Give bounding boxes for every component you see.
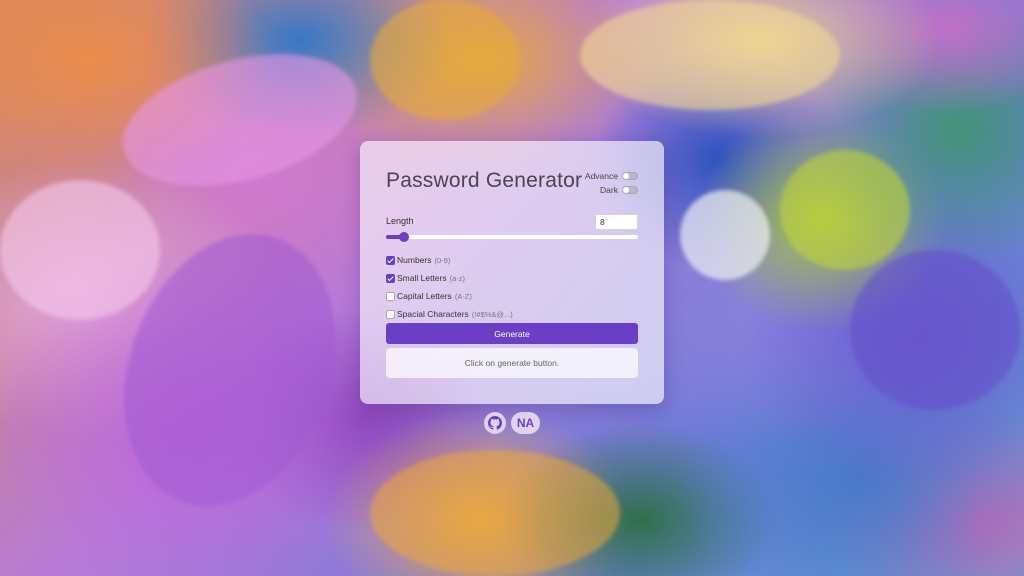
github-icon bbox=[488, 416, 502, 430]
length-slider[interactable] bbox=[386, 232, 638, 242]
option-capital-letters[interactable]: Capital Letters (A-Z) bbox=[386, 287, 513, 305]
small-letters-checkbox[interactable] bbox=[386, 273, 395, 283]
option-hint: (!#$%&@...) bbox=[471, 309, 513, 319]
password-generator-card: Password Generator Advance Dark Length N… bbox=[360, 141, 664, 404]
author-avatar-link[interactable]: NA bbox=[511, 412, 540, 434]
option-label: Small Letters bbox=[397, 273, 447, 283]
option-label: Capital Letters bbox=[397, 291, 452, 301]
option-hint: (a-z) bbox=[449, 273, 466, 283]
option-hint: (A-Z) bbox=[454, 291, 472, 301]
dark-toggle[interactable] bbox=[622, 185, 638, 194]
footer-links: NA bbox=[484, 412, 540, 434]
character-options: Numbers (0-9) Small Letters (a-z) Capita… bbox=[386, 251, 513, 323]
option-label: Numbers bbox=[397, 255, 432, 265]
advance-toggle-row: Advance bbox=[585, 169, 638, 182]
dark-toggle-label: Dark bbox=[600, 184, 618, 195]
length-slider-thumb[interactable] bbox=[399, 232, 409, 242]
numbers-checkbox[interactable] bbox=[386, 255, 395, 265]
advance-toggle-label: Advance bbox=[584, 170, 618, 181]
special-characters-checkbox[interactable] bbox=[386, 309, 395, 319]
capital-letters-checkbox[interactable] bbox=[386, 291, 395, 301]
option-special-characters[interactable]: Spacial Characters (!#$%&@...) bbox=[386, 305, 513, 323]
generate-button[interactable]: Generate bbox=[386, 323, 638, 344]
password-output: Click on generate button. bbox=[386, 348, 638, 378]
option-numbers[interactable]: Numbers (0-9) bbox=[386, 251, 513, 269]
toggle-group: Advance Dark bbox=[585, 169, 638, 197]
option-small-letters[interactable]: Small Letters (a-z) bbox=[386, 269, 513, 287]
page-title: Password Generator bbox=[386, 169, 583, 192]
length-input[interactable] bbox=[595, 214, 638, 230]
github-link[interactable] bbox=[484, 412, 506, 434]
advance-toggle[interactable] bbox=[622, 171, 638, 180]
length-label: Length bbox=[386, 216, 414, 226]
option-label: Spacial Characters bbox=[397, 309, 469, 319]
option-hint: (0-9) bbox=[434, 255, 451, 265]
dark-toggle-row: Dark bbox=[585, 183, 638, 196]
